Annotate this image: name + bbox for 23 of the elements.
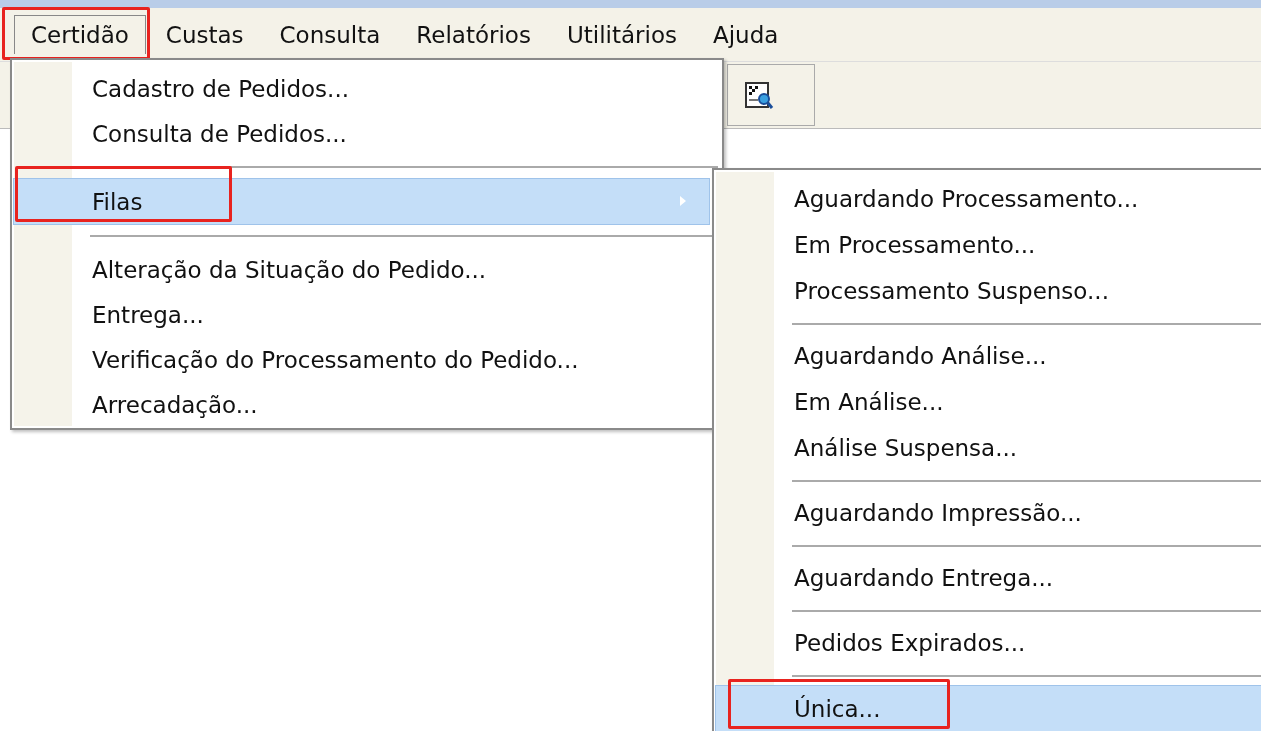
menu-item[interactable]: Consulta de Pedidos... bbox=[14, 111, 710, 156]
menu-item[interactable]: Alteração da Situação do Pedido... bbox=[14, 247, 710, 292]
menu-item[interactable]: Arrecadação... bbox=[14, 382, 710, 427]
menu-item[interactable]: Entrega... bbox=[14, 292, 710, 337]
menu-item[interactable]: Aguardando Processamento... bbox=[716, 176, 1261, 222]
menu-bar-item[interactable]: Consulta bbox=[263, 15, 397, 54]
menu-bar-item[interactable]: Certidão bbox=[14, 15, 146, 54]
menu-bar-item[interactable]: Custas bbox=[149, 15, 260, 54]
menu-item[interactable]: Em Processamento... bbox=[716, 222, 1261, 268]
menu-item[interactable]: Verificação do Processamento do Pedido... bbox=[14, 337, 710, 382]
menu-item[interactable]: Única... bbox=[715, 685, 1261, 731]
menu-item[interactable]: Aguardando Impressão... bbox=[716, 490, 1261, 536]
menu-item[interactable]: Cadastro de Pedidos... bbox=[14, 66, 710, 111]
menu-item[interactable]: Análise Suspensa... bbox=[716, 425, 1261, 471]
menu-item[interactable]: Filas bbox=[13, 178, 710, 225]
menu-item[interactable]: Aguardando Entrega... bbox=[716, 555, 1261, 601]
menu-bar-item[interactable]: Ajuda bbox=[696, 15, 795, 54]
menu-item[interactable]: Em Análise... bbox=[716, 379, 1261, 425]
menu-item[interactable]: Aguardando Análise... bbox=[716, 333, 1261, 379]
menu-bar-item[interactable]: Relatórios bbox=[400, 15, 547, 54]
menu-bar-item[interactable]: Utilitários bbox=[550, 15, 693, 54]
menu-item[interactable]: Pedidos Expirados... bbox=[716, 620, 1261, 666]
menu-item[interactable]: Processamento Suspenso... bbox=[716, 268, 1261, 314]
